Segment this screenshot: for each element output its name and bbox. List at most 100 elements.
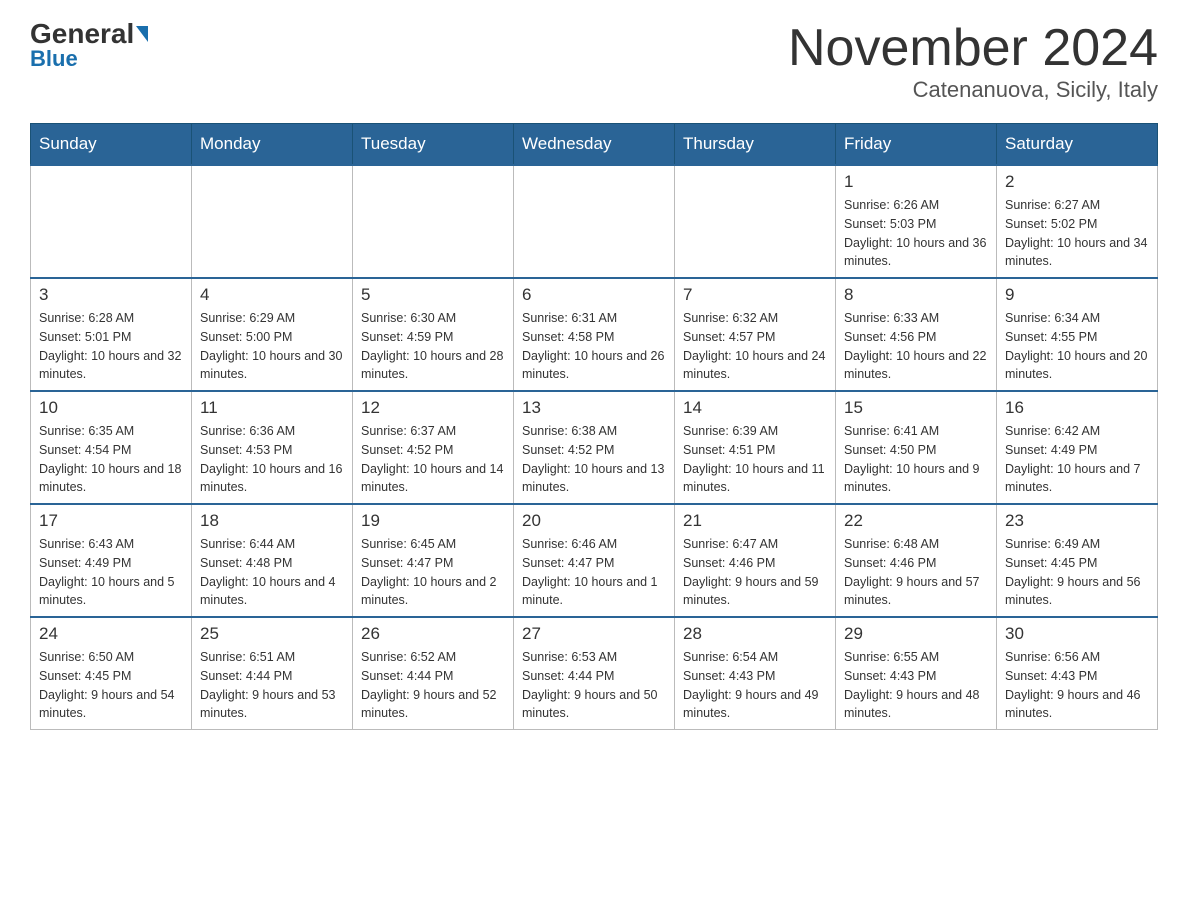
day-info: Sunrise: 6:37 AMSunset: 4:52 PMDaylight:… [361, 422, 505, 497]
calendar-cell: 24 Sunrise: 6:50 AMSunset: 4:45 PMDayligh… [31, 617, 192, 730]
day-number: 15 [844, 398, 988, 418]
calendar-cell: 7 Sunrise: 6:32 AMSunset: 4:57 PMDaylight… [675, 278, 836, 391]
day-number: 6 [522, 285, 666, 305]
calendar-cell: 28 Sunrise: 6:54 AMSunset: 4:43 PMDayligh… [675, 617, 836, 730]
day-info: Sunrise: 6:39 AMSunset: 4:51 PMDaylight:… [683, 422, 827, 497]
page-header: General Blue November 2024 Catenanuova, … [30, 20, 1158, 103]
day-number: 9 [1005, 285, 1149, 305]
day-info: Sunrise: 6:38 AMSunset: 4:52 PMDaylight:… [522, 422, 666, 497]
location-title: Catenanuova, Sicily, Italy [788, 77, 1158, 103]
day-info: Sunrise: 6:43 AMSunset: 4:49 PMDaylight:… [39, 535, 183, 610]
calendar-cell [192, 165, 353, 278]
day-info: Sunrise: 6:52 AMSunset: 4:44 PMDaylight:… [361, 648, 505, 723]
calendar-cell: 3 Sunrise: 6:28 AMSunset: 5:01 PMDaylight… [31, 278, 192, 391]
day-info: Sunrise: 6:45 AMSunset: 4:47 PMDaylight:… [361, 535, 505, 610]
day-info: Sunrise: 6:36 AMSunset: 4:53 PMDaylight:… [200, 422, 344, 497]
calendar-week-row: 10Sunrise: 6:35 AMSunset: 4:54 PMDayligh… [31, 391, 1158, 504]
calendar-table: SundayMondayTuesdayWednesdayThursdayFrid… [30, 123, 1158, 730]
calendar-cell: 19 Sunrise: 6:45 AMSunset: 4:47 PMDayligh… [353, 504, 514, 617]
day-info: Sunrise: 6:48 AMSunset: 4:46 PMDaylight:… [844, 535, 988, 610]
day-info: Sunrise: 6:49 AMSunset: 4:45 PMDaylight:… [1005, 535, 1149, 610]
day-number: 14 [683, 398, 827, 418]
calendar-cell: 18 Sunrise: 6:44 AMSunset: 4:48 PMDayligh… [192, 504, 353, 617]
day-number: 18 [200, 511, 344, 531]
logo-general: General [30, 20, 148, 48]
logo-triangle-icon [136, 26, 148, 42]
day-number: 4 [200, 285, 344, 305]
calendar-cell: 1Sunrise: 6:26 AMSunset: 5:03 PMDaylight… [836, 165, 997, 278]
month-title: November 2024 [788, 20, 1158, 77]
day-number: 23 [1005, 511, 1149, 531]
calendar-cell: 21 Sunrise: 6:47 AMSunset: 4:46 PMDayligh… [675, 504, 836, 617]
calendar-cell: 10Sunrise: 6:35 AMSunset: 4:54 PMDayligh… [31, 391, 192, 504]
day-info: Sunrise: 6:41 AMSunset: 4:50 PMDaylight:… [844, 422, 988, 497]
weekday-header-saturday: Saturday [997, 124, 1158, 166]
day-info: Sunrise: 6:54 AMSunset: 4:43 PMDaylight:… [683, 648, 827, 723]
calendar-cell: 25 Sunrise: 6:51 AMSunset: 4:44 PMDayligh… [192, 617, 353, 730]
day-info: Sunrise: 6:47 AMSunset: 4:46 PMDaylight:… [683, 535, 827, 610]
day-number: 26 [361, 624, 505, 644]
calendar-cell: 22 Sunrise: 6:48 AMSunset: 4:46 PMDayligh… [836, 504, 997, 617]
calendar-cell: 13 Sunrise: 6:38 AMSunset: 4:52 PMDayligh… [514, 391, 675, 504]
title-section: November 2024 Catenanuova, Sicily, Italy [788, 20, 1158, 103]
logo-text-blue: Blue [30, 46, 78, 72]
weekday-header-wednesday: Wednesday [514, 124, 675, 166]
calendar-week-row: 24 Sunrise: 6:50 AMSunset: 4:45 PMDayligh… [31, 617, 1158, 730]
calendar-cell [353, 165, 514, 278]
calendar-week-row: 17 Sunrise: 6:43 AMSunset: 4:49 PMDayligh… [31, 504, 1158, 617]
calendar-cell: 15 Sunrise: 6:41 AMSunset: 4:50 PMDayligh… [836, 391, 997, 504]
weekday-header-tuesday: Tuesday [353, 124, 514, 166]
day-info: Sunrise: 6:44 AMSunset: 4:48 PMDaylight:… [200, 535, 344, 610]
day-number: 11 [200, 398, 344, 418]
weekday-header-sunday: Sunday [31, 124, 192, 166]
logo: General Blue [30, 20, 148, 72]
day-number: 20 [522, 511, 666, 531]
day-info: Sunrise: 6:30 AMSunset: 4:59 PMDaylight:… [361, 309, 505, 384]
day-info: Sunrise: 6:46 AMSunset: 4:47 PMDaylight:… [522, 535, 666, 610]
day-number: 29 [844, 624, 988, 644]
day-info: Sunrise: 6:32 AMSunset: 4:57 PMDaylight:… [683, 309, 827, 384]
day-number: 28 [683, 624, 827, 644]
day-info: Sunrise: 6:29 AMSunset: 5:00 PMDaylight:… [200, 309, 344, 384]
day-number: 25 [200, 624, 344, 644]
day-number: 21 [683, 511, 827, 531]
day-number: 2 [1005, 172, 1149, 192]
calendar-cell: 29 Sunrise: 6:55 AMSunset: 4:43 PMDayligh… [836, 617, 997, 730]
day-number: 13 [522, 398, 666, 418]
day-info: Sunrise: 6:28 AMSunset: 5:01 PMDaylight:… [39, 309, 183, 384]
day-info: Sunrise: 6:35 AMSunset: 4:54 PMDaylight:… [39, 422, 183, 497]
day-info: Sunrise: 6:50 AMSunset: 4:45 PMDaylight:… [39, 648, 183, 723]
day-number: 3 [39, 285, 183, 305]
calendar-cell: 30Sunrise: 6:56 AMSunset: 4:43 PMDayligh… [997, 617, 1158, 730]
day-number: 5 [361, 285, 505, 305]
day-info: Sunrise: 6:31 AMSunset: 4:58 PMDaylight:… [522, 309, 666, 384]
calendar-cell: 2 Sunrise: 6:27 AMSunset: 5:02 PMDaylight… [997, 165, 1158, 278]
calendar-week-row: 3 Sunrise: 6:28 AMSunset: 5:01 PMDaylight… [31, 278, 1158, 391]
day-number: 19 [361, 511, 505, 531]
day-info: Sunrise: 6:55 AMSunset: 4:43 PMDaylight:… [844, 648, 988, 723]
calendar-cell: 5 Sunrise: 6:30 AMSunset: 4:59 PMDaylight… [353, 278, 514, 391]
day-number: 7 [683, 285, 827, 305]
weekday-header-thursday: Thursday [675, 124, 836, 166]
day-number: 12 [361, 398, 505, 418]
day-number: 30 [1005, 624, 1149, 644]
day-info: Sunrise: 6:26 AMSunset: 5:03 PMDaylight:… [844, 196, 988, 271]
calendar-cell: 17 Sunrise: 6:43 AMSunset: 4:49 PMDayligh… [31, 504, 192, 617]
day-number: 27 [522, 624, 666, 644]
calendar-cell: 20 Sunrise: 6:46 AMSunset: 4:47 PMDayligh… [514, 504, 675, 617]
calendar-cell: 16Sunrise: 6:42 AMSunset: 4:49 PMDayligh… [997, 391, 1158, 504]
day-number: 17 [39, 511, 183, 531]
calendar-cell [514, 165, 675, 278]
day-number: 24 [39, 624, 183, 644]
calendar-week-row: 1Sunrise: 6:26 AMSunset: 5:03 PMDaylight… [31, 165, 1158, 278]
calendar-cell: 14 Sunrise: 6:39 AMSunset: 4:51 PMDayligh… [675, 391, 836, 504]
calendar-cell: 9Sunrise: 6:34 AMSunset: 4:55 PMDaylight… [997, 278, 1158, 391]
logo-text-general: General [30, 20, 134, 48]
day-number: 22 [844, 511, 988, 531]
day-info: Sunrise: 6:27 AMSunset: 5:02 PMDaylight:… [1005, 196, 1149, 271]
day-info: Sunrise: 6:51 AMSunset: 4:44 PMDaylight:… [200, 648, 344, 723]
calendar-cell: 11 Sunrise: 6:36 AMSunset: 4:53 PMDayligh… [192, 391, 353, 504]
weekday-header-friday: Friday [836, 124, 997, 166]
day-info: Sunrise: 6:53 AMSunset: 4:44 PMDaylight:… [522, 648, 666, 723]
calendar-cell: 8Sunrise: 6:33 AMSunset: 4:56 PMDaylight… [836, 278, 997, 391]
